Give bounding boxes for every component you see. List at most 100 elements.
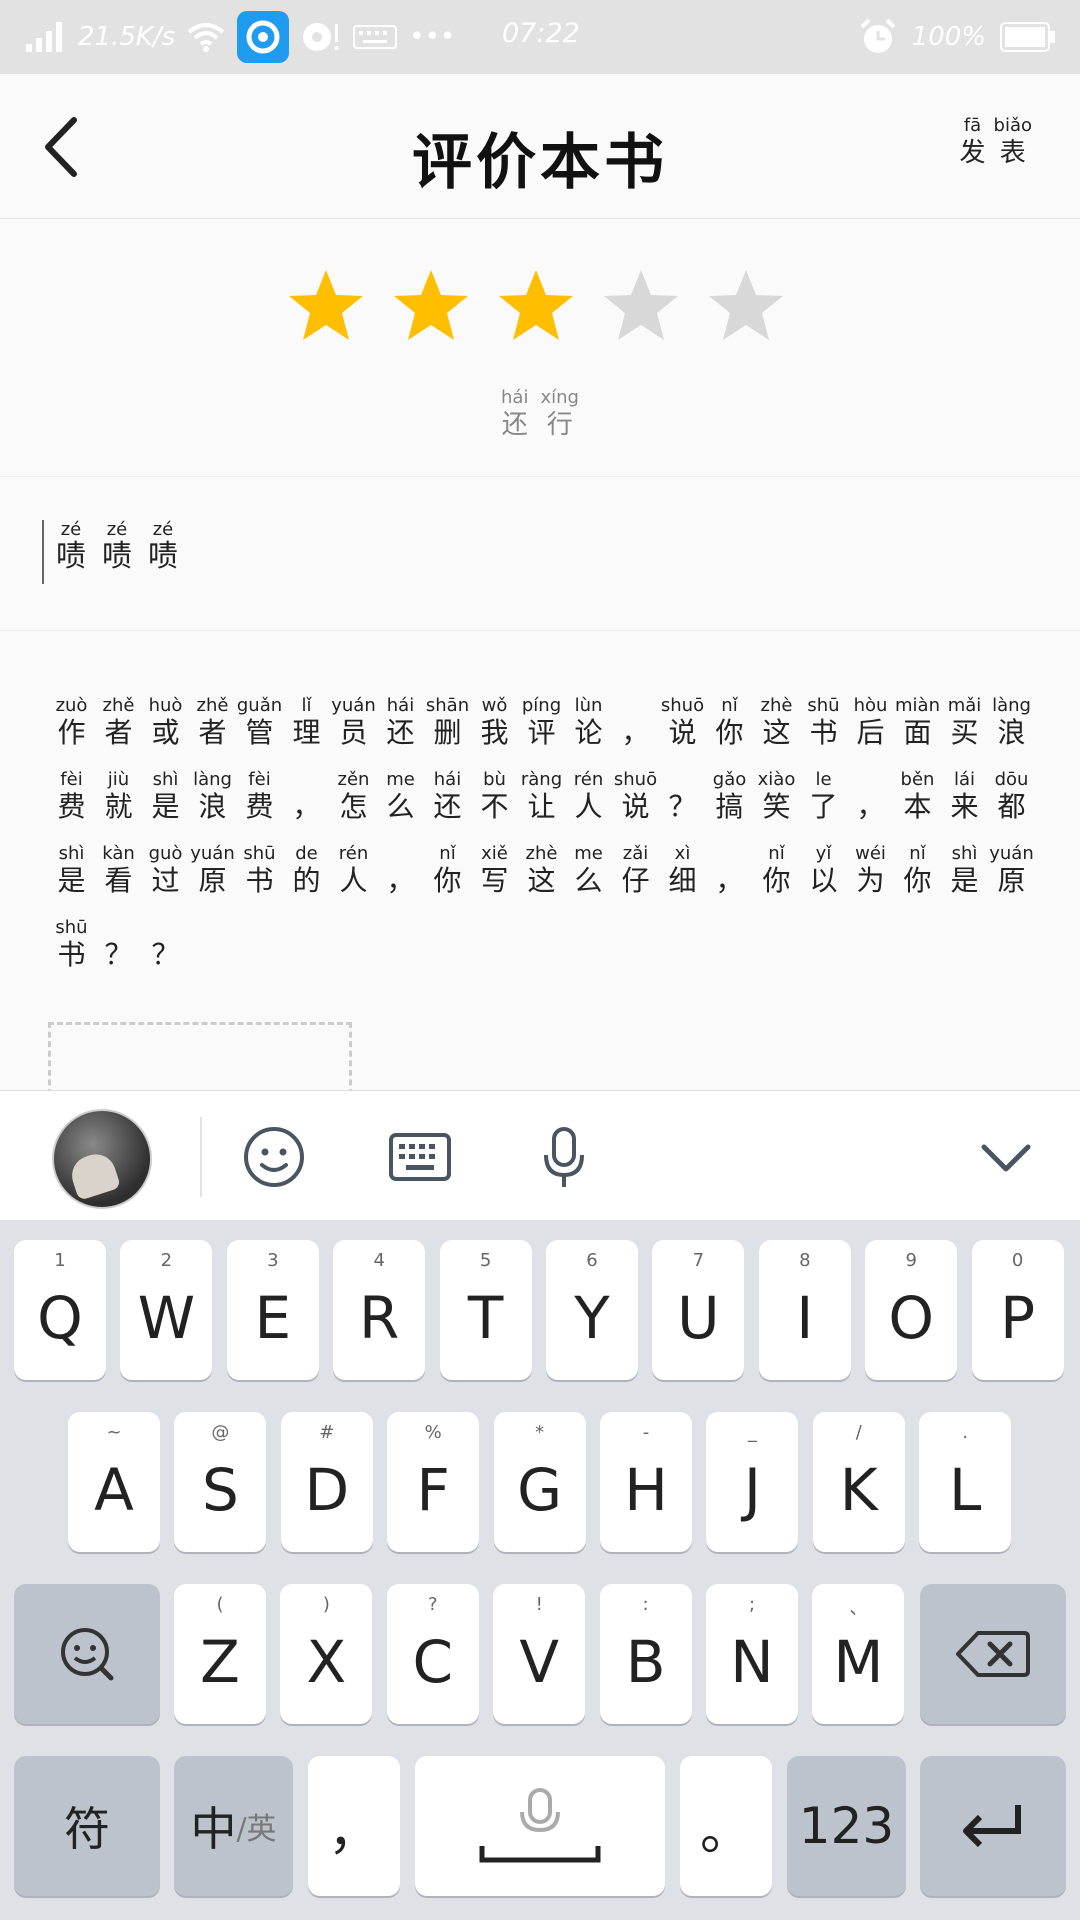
keyboard-icon[interactable] — [388, 1125, 452, 1189]
hanzi: 理 — [292, 716, 321, 749]
pinyin: zuò — [55, 695, 88, 716]
avatar[interactable] — [52, 1109, 152, 1209]
key-e[interactable]: 3E — [226, 1240, 319, 1380]
key-i[interactable]: 8I — [758, 1240, 851, 1380]
hanzi: 仔 — [621, 864, 650, 897]
emoji-keyboard-key[interactable] — [14, 1584, 160, 1724]
hanzi: 原 — [997, 864, 1026, 897]
star-empty-icon[interactable] — [706, 266, 786, 346]
key-o[interactable]: 9O — [865, 1240, 958, 1380]
key-m[interactable]: 、 M — [812, 1584, 905, 1724]
hanzi: 者 — [198, 716, 227, 749]
key-f[interactable]: % F — [387, 1412, 480, 1552]
comment-title-input[interactable]: zé 啧 zé 啧 zé 啧 — [0, 476, 1080, 631]
body-char: me 么 — [565, 844, 612, 898]
key-h[interactable]: -H — [600, 1412, 692, 1552]
image-upload-box[interactable] — [48, 1022, 352, 1095]
pinyin: dōu — [994, 769, 1029, 790]
star-filled-icon[interactable] — [391, 266, 471, 346]
hanzi: 搞 — [715, 790, 744, 823]
hanzi: 细 — [668, 864, 697, 897]
hanzi: ？ — [104, 938, 133, 971]
body-char: kàn 看 — [95, 844, 142, 898]
key-s[interactable]: @ S — [174, 1412, 267, 1552]
key-label: E — [254, 1284, 292, 1352]
lang-sub-label: /英 — [236, 1812, 277, 1847]
star-filled-icon[interactable] — [286, 266, 366, 346]
hanzi: 不 — [480, 790, 509, 823]
collapse-chevron-icon[interactable] — [974, 1125, 1038, 1189]
hanzi: 评 — [527, 716, 556, 749]
pinyin: le — [815, 769, 832, 790]
key-n[interactable]: ; N — [706, 1584, 798, 1724]
pinyin — [868, 770, 874, 790]
hanzi: ， — [621, 716, 650, 749]
hanzi: ， — [715, 864, 744, 897]
key-r[interactable]: 4R — [333, 1240, 426, 1380]
enter-key[interactable] — [920, 1756, 1066, 1896]
key-z[interactable]: (Z — [174, 1584, 266, 1724]
key-q[interactable]: 1Q — [14, 1240, 106, 1380]
hanzi: 还 — [386, 716, 415, 749]
microphone-icon[interactable] — [532, 1125, 596, 1189]
key-u[interactable]: 7U — [652, 1240, 745, 1380]
star-filled-icon[interactable] — [496, 266, 576, 346]
key-k[interactable]: / K — [812, 1412, 905, 1552]
net-speed: 21.5K/s — [78, 22, 176, 52]
hanzi: 费 — [245, 790, 274, 823]
rating-label-char: xíng 行 — [540, 388, 579, 442]
body-char: hái 还 — [424, 770, 471, 824]
hanzi: ， — [292, 790, 321, 823]
key-secondary-label: . — [962, 1422, 969, 1443]
body-char: me 么 — [377, 770, 424, 824]
key-secondary-label: ! — [535, 1594, 543, 1615]
body-line: shū 书 ？ ？ — [48, 898, 1038, 972]
body-char: lái 来 — [941, 770, 988, 824]
period-key[interactable]: 。 — [680, 1756, 772, 1896]
key-label: W — [137, 1284, 196, 1352]
hanzi: 了 — [809, 790, 838, 823]
key-c[interactable]: ? C — [386, 1584, 479, 1724]
pinyin: lǐ — [301, 695, 312, 716]
body-char: guò 过 — [142, 844, 189, 898]
key-l[interactable]: .L — [919, 1412, 1012, 1552]
key-y[interactable]: 6Y — [546, 1240, 638, 1380]
body-char: nǐ 你 — [706, 696, 753, 750]
key-v[interactable]: ! V — [493, 1584, 586, 1724]
comment-body-input[interactable]: zuò 作 zhě 者 huò 或 zhě 者 guǎn 管 lǐ 理 yuán 员 hái 还 shān 删 wǒ… — [48, 676, 1038, 972]
hanzi: 浪 — [198, 790, 227, 823]
space-key[interactable] — [415, 1756, 665, 1896]
symbols-key[interactable]: 符 — [14, 1756, 160, 1896]
publish-button[interactable]: fā 发 biǎo 表 — [956, 116, 1037, 170]
emoji-icon[interactable] — [242, 1125, 306, 1189]
body-char: bù 不 — [471, 770, 518, 824]
key-d[interactable]: # D — [280, 1412, 373, 1552]
number-key[interactable]: 123 — [787, 1756, 906, 1896]
pinyin: hái — [386, 695, 415, 716]
comma-key[interactable]: ， — [308, 1756, 400, 1896]
star-empty-icon[interactable] — [601, 266, 681, 346]
key-a[interactable]: ~ A — [68, 1412, 160, 1552]
body-char: de 的 — [283, 844, 330, 898]
body-char: wéi 为 — [847, 844, 894, 898]
key-w[interactable]: 2W — [120, 1240, 213, 1380]
pinyin: zǎi — [622, 843, 649, 864]
key-j[interactable]: _ J — [706, 1412, 799, 1552]
backspace-key[interactable] — [920, 1584, 1066, 1724]
hanzi: 论 — [574, 716, 603, 749]
pinyin: shì — [951, 843, 978, 864]
hanzi: 作 — [57, 716, 86, 749]
key-x[interactable]: ) X — [280, 1584, 373, 1724]
body-char: làng 浪 — [988, 696, 1035, 750]
rating-label: hái 还 xíng 行 — [0, 388, 1080, 442]
language-switch-key[interactable]: 中/英 — [174, 1756, 293, 1896]
key-g[interactable]: * G — [493, 1412, 586, 1552]
key-p[interactable]: 0P — [971, 1240, 1064, 1380]
hanzi: 让 — [527, 790, 556, 823]
toolbar-divider — [200, 1117, 202, 1197]
soft-keyboard: 符 中/英 ， 。 123 1 Q 2 W 3 E 4 R 5 T 6 Y 7 U 8 I 9 O 0 P ~ A @ S # D… — [0, 1220, 1080, 1920]
pinyin: bù — [483, 769, 506, 790]
key-t[interactable]: 5T — [439, 1240, 532, 1380]
key-b[interactable]: :B — [599, 1584, 692, 1724]
star-rating[interactable] — [286, 266, 786, 346]
